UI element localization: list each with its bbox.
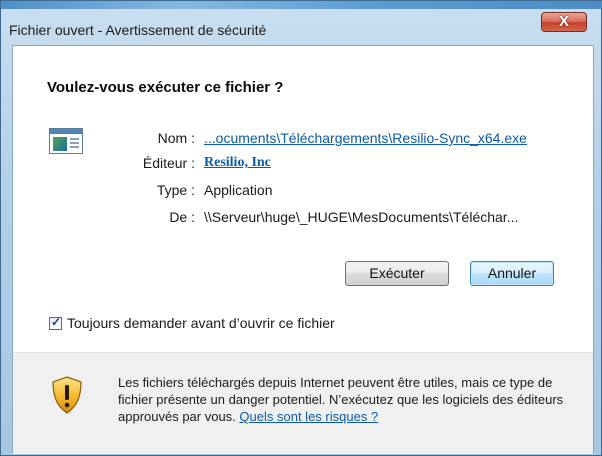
cancel-button[interactable]: Annuler — [470, 261, 554, 286]
close-icon: X — [558, 13, 569, 30]
file-name-link[interactable]: ...ocuments\Téléchargements\Resilio-Sync… — [204, 130, 527, 146]
dialog-body: Voulez-vous exécuter ce fichier ? Nom : … — [12, 45, 594, 454]
publisher-label: Éditeur : — [142, 155, 195, 171]
shield-warning-icon — [52, 376, 82, 414]
warning-panel: Les fichiers téléchargés depuis Internet… — [13, 352, 593, 454]
window-title: Fichier ouvert - Avertissement de sécuri… — [9, 22, 267, 38]
always-ask-label[interactable]: Toujours demander avant d’ouvrir ce fich… — [67, 315, 335, 331]
from-value: \\Serveur\huge\_HUGE\MesDocuments\Téléch… — [204, 209, 519, 225]
risks-link[interactable]: Quels sont les risques ? — [239, 409, 378, 424]
run-button[interactable]: Exécuter — [345, 261, 449, 286]
publisher-link[interactable]: Resilio, Inc — [204, 155, 271, 171]
warning-text-block: Les fichiers téléchargés depuis Internet… — [118, 374, 578, 425]
file-icon — [49, 128, 83, 154]
type-value: Application — [204, 182, 273, 198]
window-frame: Fichier ouvert - Avertissement de sécuri… — [0, 0, 602, 456]
checkmark-icon: ✓ — [51, 315, 62, 329]
title-bar[interactable]: Fichier ouvert - Avertissement de sécuri… — [1, 9, 601, 45]
always-ask-checkbox[interactable]: ✓ — [49, 315, 62, 330]
name-label: Nom : — [157, 130, 195, 146]
background-window-strip — [1, 1, 602, 9]
close-button[interactable]: X — [541, 12, 587, 32]
dialog-heading: Voulez-vous exécuter ce fichier ? — [47, 79, 284, 96]
from-label: De : — [169, 209, 195, 225]
type-label: Type : — [156, 182, 195, 198]
